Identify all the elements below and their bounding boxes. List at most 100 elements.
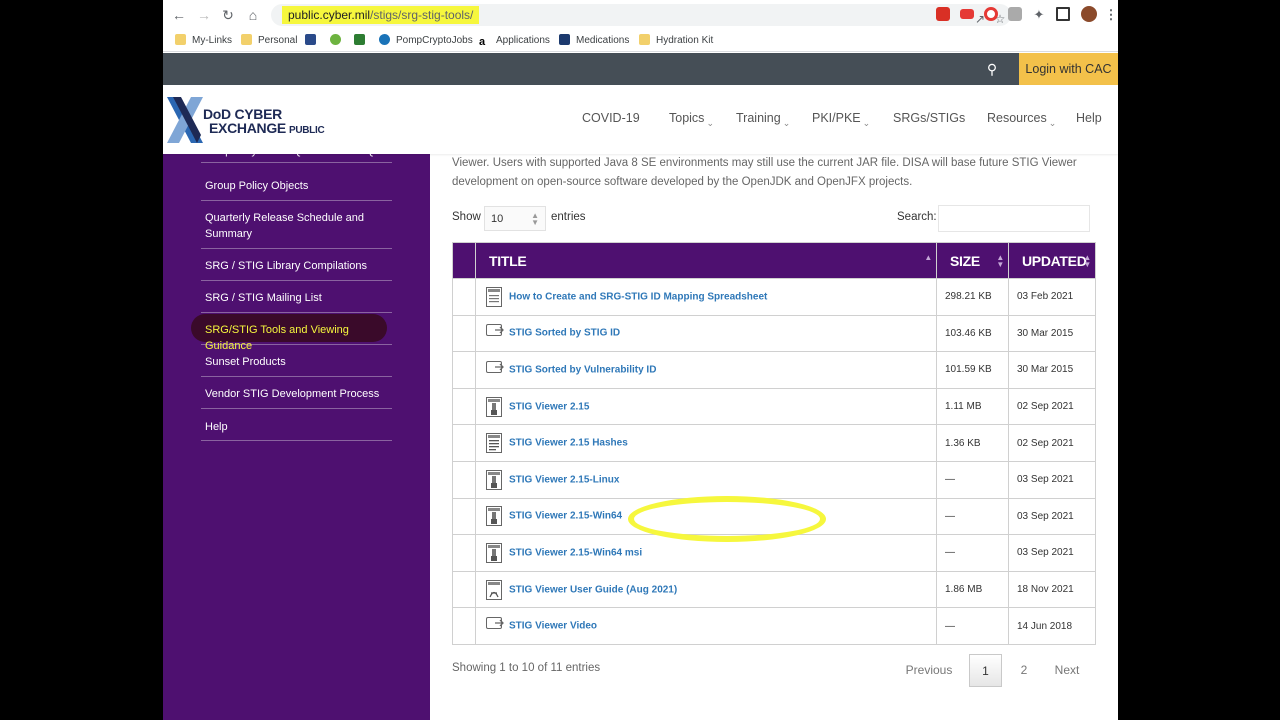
pagination-previous[interactable]: Previous	[904, 654, 954, 687]
bookmark-favicon-1[interactable]	[305, 33, 322, 49]
file-link[interactable]: STIG Sorted by Vulnerability ID	[509, 364, 656, 375]
expand-cell[interactable]	[452, 570, 476, 609]
pagination-next[interactable]: Next	[1052, 654, 1082, 687]
sidebar-item-help[interactable]: Help	[201, 416, 392, 441]
column-header-title[interactable]: TITLE ▲	[475, 242, 937, 279]
extension-icon[interactable]	[936, 7, 950, 21]
file-link[interactable]: STIG Viewer 2.15-Win64	[509, 511, 622, 522]
bookmark-label: Medications	[576, 35, 630, 46]
sidebar-item-sunset-products[interactable]: Sunset Products	[201, 352, 392, 377]
menu-label: COVID-19	[582, 111, 640, 125]
avatar[interactable]	[1081, 6, 1097, 22]
bookmark-medications[interactable]: Medications	[559, 33, 629, 49]
expand-cell[interactable]	[452, 607, 476, 645]
search-input[interactable]	[938, 205, 1090, 232]
address-bar-row: ← → ↻ ⌂ public.cyber.mil/stigs/srg-stig-…	[163, 0, 1118, 30]
menu-help[interactable]: Help	[1076, 111, 1102, 125]
forward-icon[interactable]: →	[194, 5, 214, 25]
login-with-cac-button[interactable]: Login with CAC	[1019, 53, 1118, 85]
expand-cell[interactable]	[452, 351, 476, 389]
entries-select[interactable]: 10 ▲ ▼	[484, 206, 546, 231]
search-icon[interactable]: ⚲	[983, 60, 1001, 78]
file-link[interactable]: How to Create and SRG-STIG ID Mapping Sp…	[509, 291, 767, 302]
pagination-page-2[interactable]: 2	[1013, 654, 1035, 687]
title-cell: STIG Viewer 2.15 Hashes	[475, 424, 937, 462]
kebab-menu-icon[interactable]: ⋮	[1102, 6, 1118, 24]
reload-icon[interactable]: ↻	[218, 5, 238, 25]
expand-cell[interactable]	[452, 534, 476, 572]
bookmark-pompcryptojobs[interactable]: PompCryptoJobs	[379, 33, 473, 49]
sidebar-item-tools-viewing-guidance[interactable]: SRG/STIG Tools and Viewing Guidance	[201, 320, 392, 352]
sidebar-item-label: SRG / STIG Library Compilations	[205, 260, 367, 272]
url-bar[interactable]: public.cyber.mil/stigs/srg-stig-tools/ ↗…	[271, 4, 1011, 26]
menu-training[interactable]: Training ⌄	[736, 111, 790, 129]
logo-public: PUBLIC	[288, 125, 325, 136]
title-cell: STIG Viewer 2.15-Win64 msi	[475, 534, 937, 572]
column-header-size[interactable]: SIZE ▲ ▼	[936, 242, 1009, 279]
size-cell: 101.59 KB	[936, 351, 1009, 389]
updated-cell: 18 Nov 2021	[1008, 570, 1096, 609]
menu-covid-19[interactable]: COVID-19	[582, 111, 640, 125]
sidebar-item-group-policy[interactable]: Group Policy Objects	[201, 176, 392, 201]
file-link[interactable]: STIG Viewer Video	[509, 621, 597, 632]
youtube-icon[interactable]	[960, 9, 974, 19]
sidebar-item-vendor-stig[interactable]: Vendor STIG Development Process	[201, 384, 392, 409]
bookmark-favicon-3[interactable]	[354, 33, 371, 49]
document-icon	[486, 286, 502, 307]
bookmark-favicon-2[interactable]	[330, 33, 347, 49]
menu-label: PKI/PKE	[812, 111, 861, 125]
sidebar-item-library-compilations[interactable]: SRG / STIG Library Compilations	[201, 256, 392, 281]
column-header-label: TITLE	[489, 252, 527, 269]
sidepanel-icon[interactable]	[1056, 7, 1070, 21]
menu-srgs-stigs[interactable]: SRGs/STIGs	[893, 111, 965, 125]
extension-icon[interactable]	[984, 7, 998, 21]
favicon-icon	[354, 34, 365, 45]
title-cell: How to Create and SRG-STIG ID Mapping Sp…	[475, 278, 937, 316]
updated-cell: 30 Mar 2015	[1008, 314, 1096, 353]
file-link[interactable]: STIG Viewer User Guide (Aug 2021)	[509, 584, 677, 595]
rocket-icon	[379, 34, 390, 45]
table-row: STIG Sorted by STIG ID 103.46 KB 30 Mar 20…	[452, 314, 1096, 353]
home-icon[interactable]: ⌂	[243, 5, 263, 25]
extension-icon[interactable]	[1008, 7, 1022, 21]
sidebar-item-quarterly-release[interactable]: Quarterly Release Schedule and Summary	[201, 208, 392, 249]
sidebar-item-mailing-list[interactable]: SRG / STIG Mailing List	[201, 288, 392, 313]
file-link[interactable]: STIG Viewer 2.15-Linux	[509, 474, 619, 485]
sidebar-item-label: Help	[205, 421, 228, 433]
file-link[interactable]: STIG Viewer 2.15	[509, 401, 589, 412]
updated-cell: 03 Sep 2021	[1008, 534, 1096, 572]
back-icon[interactable]: ←	[169, 5, 189, 25]
expand-cell[interactable]	[452, 278, 476, 316]
updated-cell: 30 Mar 2015	[1008, 351, 1096, 389]
size-cell: —	[936, 460, 1009, 499]
site-logo[interactable]: DoD CYBER EXCHANGE PUBLIC	[165, 95, 335, 145]
menu-topics[interactable]: Topics ⌄	[669, 111, 714, 129]
bookmark-my-links[interactable]: My-Links	[175, 33, 232, 49]
menu-pki-pke[interactable]: PKI/PKE ⌄	[812, 111, 870, 129]
table-row: STIG Sorted by Vulnerability ID 101.59 KB…	[452, 351, 1096, 389]
menu-resources[interactable]: Resources ⌄	[987, 111, 1056, 129]
bookmark-personal[interactable]: Personal	[241, 33, 297, 49]
file-link[interactable]: STIG Viewer 2.15 Hashes	[509, 438, 628, 449]
bookmark-applications[interactable]: a Applications	[479, 33, 550, 49]
size-cell: —	[936, 534, 1009, 572]
site-header: DoD CYBER EXCHANGE PUBLIC COVID-19 Topics…	[163, 85, 1118, 154]
expand-cell[interactable]	[452, 387, 476, 426]
expand-cell[interactable]	[452, 460, 476, 499]
zip-icon	[486, 396, 502, 417]
file-link[interactable]: STIG Viewer 2.15-Win64 msi	[509, 547, 642, 558]
pagination-page-1[interactable]: 1	[969, 654, 1002, 687]
url-text[interactable]: public.cyber.mil/stigs/srg-stig-tools/	[282, 6, 480, 24]
expand-cell[interactable]	[452, 314, 476, 353]
sort-asc-icon: ▲	[924, 253, 932, 262]
link-icon	[486, 360, 504, 380]
column-header-updated[interactable]: UPDATED ▲ ▼	[1008, 242, 1096, 279]
chevron-down-icon: ⌄	[706, 118, 714, 128]
file-link[interactable]: STIG Sorted by STIG ID	[509, 328, 620, 339]
expand-cell[interactable]	[452, 497, 476, 536]
expand-cell[interactable]	[452, 424, 476, 462]
table-row: STIG Viewer User Guide (Aug 2021) 1.86 MB…	[452, 570, 1096, 609]
puzzle-icon[interactable]: ✦	[1030, 6, 1048, 24]
amazon-icon: a	[479, 37, 490, 48]
bookmark-hydration-kit[interactable]: Hydration Kit	[639, 33, 713, 49]
